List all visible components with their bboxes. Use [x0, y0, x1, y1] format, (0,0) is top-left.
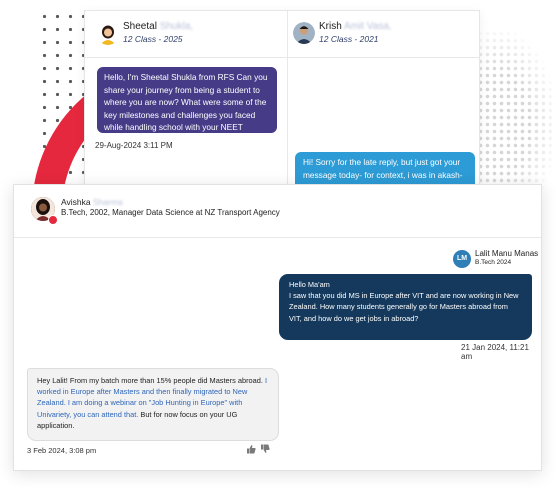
- sender-name: Lalit Manu Manas: [475, 249, 539, 258]
- right-participant-name: Krish Amit Vasa,: [319, 21, 392, 32]
- sender-avatar[interactable]: LM: [453, 250, 471, 268]
- reaction-buttons: [246, 444, 270, 456]
- answer-timestamp: 3 Feb 2024, 3:08 pm: [27, 446, 97, 455]
- message-body: I saw that you did MS in Europe after VI…: [289, 291, 519, 323]
- left-participant-class: 12 Class - 2025: [123, 34, 183, 44]
- thumbs-up-icon[interactable]: [246, 444, 256, 454]
- chat-header: Avishka Sharma B.Tech, 2002, Manager Dat…: [14, 185, 541, 238]
- right-participant-class: 12 Class - 2021: [319, 34, 379, 44]
- question-timestamp: 21 Jan 2024, 11:21 am: [461, 343, 529, 361]
- background-chat-card: Sheetal Shukla, 12 Class - 2025 Krish Am…: [84, 10, 480, 192]
- chat-participants-header: Sheetal Shukla, 12 Class - 2025 Krish Am…: [85, 11, 479, 58]
- message-greeting: Hello Ma'am: [289, 280, 330, 289]
- female-avatar-icon: [97, 23, 119, 45]
- column-divider: [287, 11, 288, 191]
- male-avatar-icon: [293, 22, 315, 44]
- status-badge: [48, 215, 58, 225]
- left-participant-name: Sheetal Shukla,: [123, 21, 194, 32]
- question-message-bubble: Hello, I'm Sheetal Shukla from RFS Can y…: [97, 67, 277, 145]
- answer-message-bubble: Hey Lalit! From my batch more than 15% p…: [27, 368, 279, 441]
- foreground-chat-card: Avishka Sharma B.Tech, 2002, Manager Dat…: [13, 184, 542, 471]
- answer-text: Hey Lalit! From my batch more than 15% p…: [37, 376, 265, 385]
- mentor-subtitle: B.Tech, 2002, Manager Data Science at NZ…: [61, 208, 280, 217]
- sender-subtitle: B.Tech 2024: [475, 259, 512, 266]
- question-message-bubble: Hello Ma'am I saw that you did MS in Eur…: [279, 274, 532, 340]
- thumbs-down-icon[interactable]: [260, 444, 270, 454]
- mentor-name: Avishka Sharma: [61, 197, 123, 207]
- question-timestamp: 29-Aug-2024 3:11 PM: [95, 141, 173, 150]
